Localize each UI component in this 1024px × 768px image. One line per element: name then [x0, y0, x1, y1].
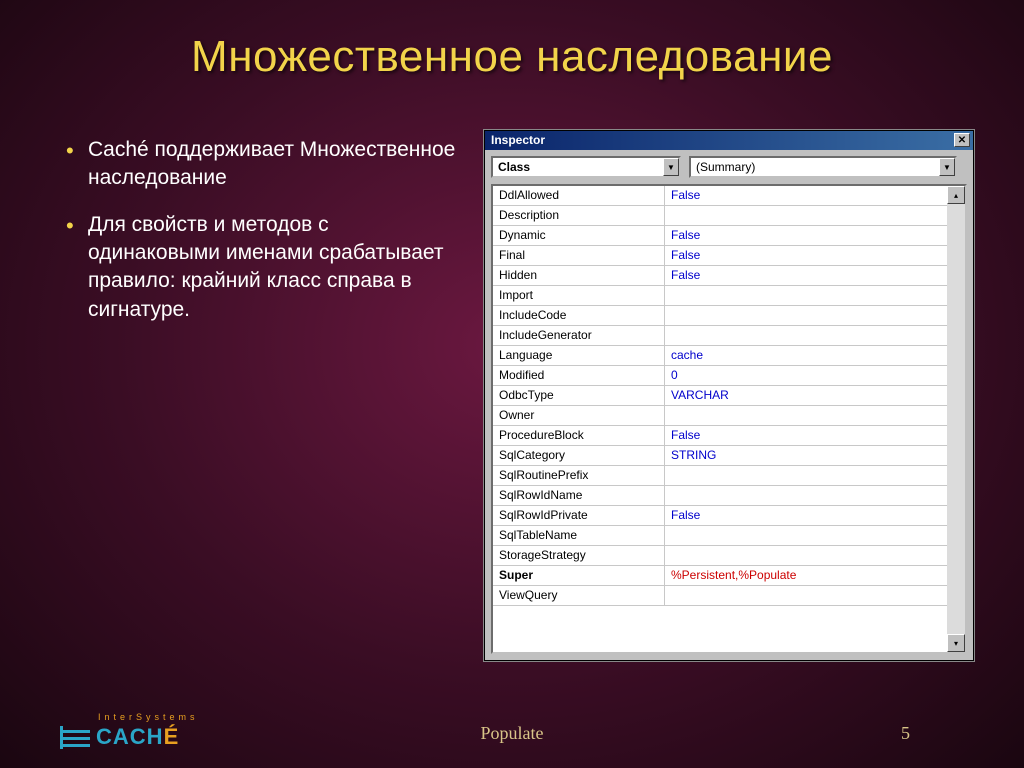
property-grid-wrap: DdlAllowedFalseDescriptionDynamicFalseFi…: [491, 184, 967, 654]
vertical-scrollbar[interactable]: ▴ ▾: [947, 186, 965, 652]
property-row[interactable]: Description: [493, 206, 947, 226]
close-icon[interactable]: ✕: [954, 133, 970, 147]
property-row[interactable]: SqlRowIdName: [493, 486, 947, 506]
property-row[interactable]: OdbcTypeVARCHAR: [493, 386, 947, 406]
property-key: SqlCategory: [493, 446, 665, 465]
property-key: Dynamic: [493, 226, 665, 245]
property-row[interactable]: Import: [493, 286, 947, 306]
property-value: [665, 206, 947, 225]
property-key: Language: [493, 346, 665, 365]
inspector-window: Inspector ✕ Class ▼ (Summary) ▼ DdlAllow…: [484, 130, 974, 661]
property-value: [665, 406, 947, 425]
property-row[interactable]: SqlRowIdPrivateFalse: [493, 506, 947, 526]
scroll-up-icon[interactable]: ▴: [947, 186, 965, 204]
property-value: [665, 466, 947, 485]
property-value: [665, 326, 947, 345]
property-row[interactable]: SqlCategorySTRING: [493, 446, 947, 466]
property-key: OdbcType: [493, 386, 665, 405]
bullet-item: Caché поддерживает Множественное наследо…: [60, 136, 460, 193]
property-key: ProcedureBlock: [493, 426, 665, 445]
logo-bars-icon: [60, 728, 90, 747]
property-key: Super: [493, 566, 665, 585]
property-key: Import: [493, 286, 665, 305]
scroll-down-icon[interactable]: ▾: [947, 634, 965, 652]
property-row[interactable]: Owner: [493, 406, 947, 426]
property-grid: DdlAllowedFalseDescriptionDynamicFalseFi…: [493, 186, 947, 606]
summary-dropdown[interactable]: (Summary) ▼: [689, 156, 957, 178]
property-key: DdlAllowed: [493, 186, 665, 205]
property-value: [665, 286, 947, 305]
property-value: [665, 546, 947, 565]
property-value: False: [665, 226, 947, 245]
property-key: IncludeGenerator: [493, 326, 665, 345]
property-value: %Persistent,%Populate: [665, 566, 947, 585]
property-value: VARCHAR: [665, 386, 947, 405]
property-key: Hidden: [493, 266, 665, 285]
property-key: ViewQuery: [493, 586, 665, 605]
property-key: SqlRoutinePrefix: [493, 466, 665, 485]
chevron-down-icon[interactable]: ▼: [939, 158, 955, 176]
property-value: False: [665, 426, 947, 445]
footer-label: Populate: [481, 723, 544, 744]
inspector-titlebar[interactable]: Inspector ✕: [485, 131, 973, 150]
inspector-toolbar: Class ▼ (Summary) ▼: [485, 150, 973, 184]
property-row[interactable]: Modified0: [493, 366, 947, 386]
property-value: cache: [665, 346, 947, 365]
property-value: [665, 486, 947, 505]
chevron-down-icon[interactable]: ▼: [663, 158, 679, 176]
bullet-item: Для свойств и методов с одинаковыми имен…: [60, 211, 460, 324]
property-row[interactable]: DynamicFalse: [493, 226, 947, 246]
property-row[interactable]: Languagecache: [493, 346, 947, 366]
property-row[interactable]: FinalFalse: [493, 246, 947, 266]
property-key: StorageStrategy: [493, 546, 665, 565]
property-row[interactable]: SqlTableName: [493, 526, 947, 546]
class-dropdown-label: Class: [493, 160, 663, 174]
property-key: SqlTableName: [493, 526, 665, 545]
property-value: [665, 306, 947, 325]
property-key: SqlRowIdPrivate: [493, 506, 665, 525]
property-key: Modified: [493, 366, 665, 385]
property-key: SqlRowIdName: [493, 486, 665, 505]
property-value: 0: [665, 366, 947, 385]
property-key: Description: [493, 206, 665, 225]
property-row[interactable]: DdlAllowedFalse: [493, 186, 947, 206]
property-row[interactable]: Super%Persistent,%Populate: [493, 566, 947, 586]
property-value: False: [665, 506, 947, 525]
property-value: [665, 586, 947, 605]
logo-company: InterSystems: [98, 712, 199, 722]
class-dropdown[interactable]: Class ▼: [491, 156, 681, 178]
logo-product: CACHÉ: [96, 724, 179, 750]
property-value: False: [665, 246, 947, 265]
bullet-list: Caché поддерживает Множественное наследо…: [60, 130, 460, 342]
property-key: IncludeCode: [493, 306, 665, 325]
property-value: False: [665, 266, 947, 285]
content-area: Caché поддерживает Множественное наследо…: [0, 82, 1024, 661]
property-key: Final: [493, 246, 665, 265]
inspector-title-text: Inspector: [491, 133, 545, 147]
property-value: [665, 526, 947, 545]
property-value: False: [665, 186, 947, 205]
property-row[interactable]: StorageStrategy: [493, 546, 947, 566]
property-row[interactable]: IncludeCode: [493, 306, 947, 326]
property-row[interactable]: ViewQuery: [493, 586, 947, 606]
footer-page-number: 5: [901, 723, 910, 744]
slide-title: Множественное наследование: [0, 0, 1024, 82]
cache-logo: InterSystems CACHÉ: [60, 712, 199, 750]
property-value: STRING: [665, 446, 947, 465]
property-row[interactable]: SqlRoutinePrefix: [493, 466, 947, 486]
summary-dropdown-label: (Summary): [691, 160, 939, 174]
property-row[interactable]: ProcedureBlockFalse: [493, 426, 947, 446]
property-row[interactable]: IncludeGenerator: [493, 326, 947, 346]
property-key: Owner: [493, 406, 665, 425]
property-row[interactable]: HiddenFalse: [493, 266, 947, 286]
